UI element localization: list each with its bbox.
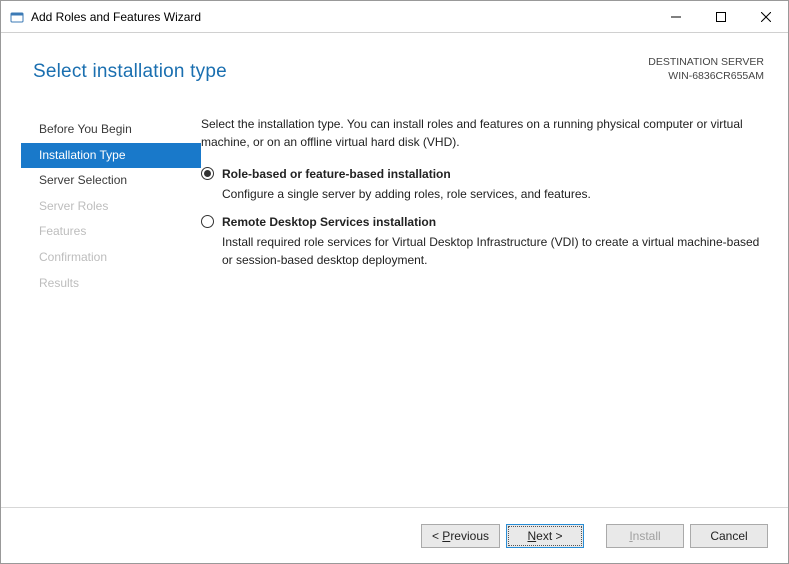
window-titlebar: Add Roles and Features Wizard [1,1,788,33]
sidebar-item-results: Results [21,271,201,297]
radio-label: Role-based or feature-based installation [222,165,451,183]
window-title: Add Roles and Features Wizard [31,10,653,24]
header: Select installation type DESTINATION SER… [1,33,788,115]
install-button: Install [606,524,684,548]
main-panel: Select the installation type. You can in… [201,115,788,507]
app-icon [9,9,25,25]
sidebar-item-confirmation: Confirmation [21,245,201,271]
destination-value: WIN-6836CR655AM [648,69,764,83]
window-controls [653,1,788,32]
radio-option-remote-desktop[interactable]: Remote Desktop Services installation [201,213,764,231]
sidebar-item-features: Features [21,219,201,245]
radio-label: Remote Desktop Services installation [222,213,436,231]
content-area: Before You Begin Installation Type Serve… [1,115,788,507]
cancel-button[interactable]: Cancel [690,524,768,548]
previous-button[interactable]: < Previous [421,524,500,548]
wizard-footer: < Previous Next > Install Cancel [1,507,788,563]
minimize-button[interactable] [653,1,698,32]
destination-server-block: DESTINATION SERVER WIN-6836CR655AM [648,55,764,83]
close-button[interactable] [743,1,788,32]
radio-icon [201,167,214,180]
sidebar-item-server-roles: Server Roles [21,194,201,220]
radio-option-role-based[interactable]: Role-based or feature-based installation [201,165,764,183]
radio-desc-remote-desktop: Install required role services for Virtu… [222,233,764,269]
destination-label: DESTINATION SERVER [648,55,764,69]
sidebar-item-installation-type[interactable]: Installation Type [21,143,201,169]
intro-text: Select the installation type. You can in… [201,115,764,151]
radio-icon [201,215,214,228]
wizard-sidebar: Before You Begin Installation Type Serve… [1,115,201,507]
sidebar-item-before-you-begin[interactable]: Before You Begin [21,117,201,143]
radio-desc-role-based: Configure a single server by adding role… [222,185,764,203]
next-button[interactable]: Next > [506,524,584,548]
maximize-button[interactable] [698,1,743,32]
sidebar-item-server-selection[interactable]: Server Selection [21,168,201,194]
